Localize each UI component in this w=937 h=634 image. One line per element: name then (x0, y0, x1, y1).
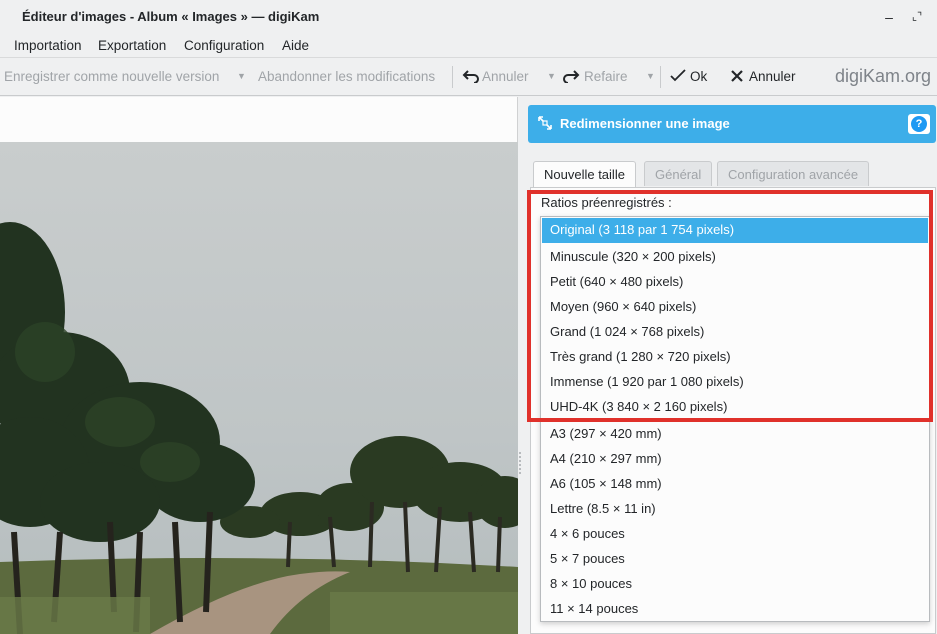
chevron-down-icon[interactable]: ▼ (237, 71, 246, 81)
panel-splitter[interactable] (518, 97, 526, 634)
preset-option[interactable]: Très grand (1 280 × 720 pixels) (542, 345, 928, 370)
help-button[interactable]: ? (908, 114, 930, 134)
menu-exportation[interactable]: Exportation (98, 38, 166, 53)
chevron-down-icon[interactable]: ▼ (646, 71, 655, 81)
preview-image (0, 142, 518, 634)
cancel-button[interactable]: Annuler (731, 69, 796, 84)
cancel-label: Annuler (749, 69, 796, 84)
tab-configuration-avancee[interactable]: Configuration avancée (717, 161, 870, 186)
chevron-down-icon[interactable]: ▼ (547, 71, 556, 81)
tab-general[interactable]: Général (644, 161, 713, 186)
tool-title: Redimensionner une image (560, 116, 730, 131)
help-icon: ? (911, 116, 927, 132)
toolbar-separator (452, 66, 453, 88)
preset-option[interactable]: Lettre (8.5 × 11 in) (542, 497, 928, 522)
ok-label: Ok (690, 69, 708, 84)
image-canvas[interactable] (0, 97, 518, 634)
menu-bar: Importation Exportation Configuration Ai… (0, 34, 937, 57)
preset-option[interactable]: A6 (105 × 148 mm) (542, 472, 928, 497)
save-new-version-button[interactable]: Enregistrer comme nouvelle version (4, 69, 219, 84)
preset-option[interactable]: 11 × 14 pouces (542, 597, 928, 622)
presets-dropdown[interactable]: Original (3 118 par 1 754 pixels) Minusc… (540, 216, 930, 622)
splitter-handle[interactable] (519, 452, 522, 474)
preset-option[interactable]: Petit (640 × 480 pixels) (542, 270, 928, 295)
minimize-button[interactable]: – (878, 6, 900, 28)
preset-option[interactable]: 8 × 10 pouces (542, 572, 928, 597)
window-title: Éditeur d'images - Album « Images » — di… (22, 9, 320, 24)
preset-option[interactable]: Original (3 118 par 1 754 pixels) (542, 218, 928, 243)
preset-option[interactable]: UHD-4K (3 840 × 2 160 pixels) (542, 395, 928, 420)
preset-option[interactable]: Immense (1 920 par 1 080 pixels) (542, 370, 928, 395)
toolbar-separator (660, 66, 661, 88)
tab-bar: Nouvelle taille Général Configuration av… (526, 161, 937, 188)
redo-icon (563, 70, 580, 84)
menu-importation[interactable]: Importation (14, 38, 82, 53)
redo-label: Refaire (584, 69, 628, 84)
tool-panel: Redimensionner une image ? Nouvelle tail… (526, 97, 937, 634)
undo-button[interactable]: Annuler (462, 69, 529, 84)
preset-option[interactable]: Minuscule (320 × 200 pixels) (542, 245, 928, 270)
redo-button[interactable]: Refaire (562, 69, 628, 84)
menu-aide[interactable]: Aide (282, 38, 309, 53)
main-toolbar: Enregistrer comme nouvelle version ▼ Aba… (0, 57, 937, 96)
preset-option[interactable]: Moyen (960 × 640 pixels) (542, 295, 928, 320)
restore-button[interactable]: ⌞⌝ (906, 6, 928, 28)
brand-label: digiKam.org (834, 66, 931, 86)
close-icon (731, 70, 743, 82)
tab-nouvelle-taille[interactable]: Nouvelle taille (533, 161, 636, 188)
preset-option[interactable]: A4 (210 × 297 mm) (542, 447, 928, 472)
resize-icon (538, 116, 552, 130)
menu-configuration[interactable]: Configuration (184, 38, 264, 53)
discard-changes-button[interactable]: Abandonner les modifications (258, 69, 435, 84)
preset-option[interactable]: A3 (297 × 420 mm) (542, 422, 928, 447)
preset-option[interactable]: 4 × 6 pouces (542, 522, 928, 547)
undo-label: Annuler (482, 69, 529, 84)
presets-label: Ratios préenregistrés : (541, 195, 672, 210)
title-bar: Éditeur d'images - Album « Images » — di… (0, 0, 937, 34)
ok-button[interactable]: Ok (670, 69, 707, 84)
check-icon (670, 69, 686, 82)
preset-option[interactable]: 5 × 7 pouces (542, 547, 928, 572)
undo-icon (462, 70, 479, 84)
preset-option[interactable]: Grand (1 024 × 768 pixels) (542, 320, 928, 345)
tool-header: Redimensionner une image ? (528, 105, 936, 143)
